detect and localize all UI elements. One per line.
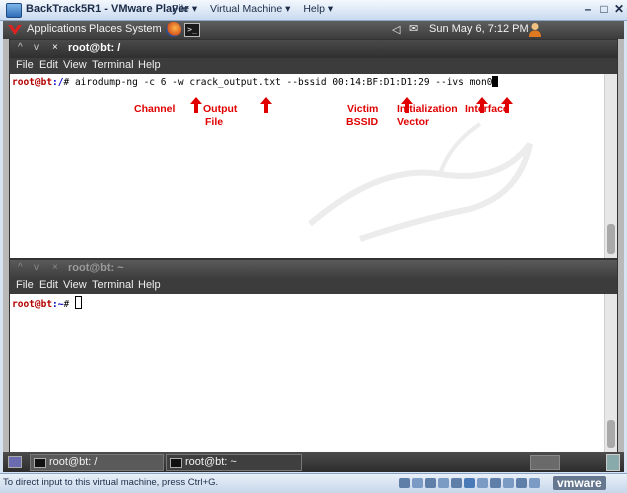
prompt-user: root@bt [12,77,53,88]
menu-terminal[interactable]: Terminal [92,279,134,291]
network-adapter-icon[interactable] [438,478,449,488]
usb-icon[interactable] [451,478,462,488]
terminal-icon [170,458,182,468]
roll-up-icon[interactable]: ^ [18,262,23,273]
places-menu[interactable]: Places [89,23,122,35]
bluetooth-icon[interactable] [464,478,475,488]
message-icon[interactable] [516,478,527,488]
init-vector-label-2: Vector [397,116,430,128]
victim-label-2: BSSID [346,116,379,128]
floppy-icon[interactable] [425,478,436,488]
user-icon[interactable] [528,22,542,37]
display-icon[interactable] [503,478,514,488]
init-vector-label-1: Initialization [397,103,458,115]
menu-edit[interactable]: Edit [39,279,58,291]
terminal-window-root[interactable]: ^ v × root@bt: / File Edit View Terminal… [9,39,618,259]
menu-file[interactable]: File [16,279,34,291]
terminal-title-bar: ^ v × root@bt: / [10,40,617,58]
terminal-output[interactable]: root@bt:/# airodump-ng -c 6 -w crack_out… [10,74,605,258]
cd-drive-icon[interactable] [412,478,423,488]
taskbar-item-root-terminal[interactable]: root@bt: / [30,454,164,471]
chevron-down-icon[interactable]: v [34,42,39,53]
close-icon[interactable]: × [52,262,58,273]
trash-icon[interactable] [606,454,620,471]
gnome-top-panel: Applications Places System >_ ◁ ✉ Sun Ma… [3,21,624,39]
vm-window-title: BackTrack5R1 - VMware Player [26,3,189,15]
vmware-app-icon [6,3,22,18]
backtrack-logo-icon[interactable] [7,23,23,37]
show-desktop-icon[interactable] [8,456,22,468]
taskbar-item-label: root@bt: ~ [185,456,237,468]
terminal-title-bar: ^ v × root@bt: ~ [10,260,617,278]
system-menu[interactable]: System [125,23,162,35]
sound-card-icon[interactable] [477,478,488,488]
roll-up-icon[interactable]: ^ [18,42,23,53]
terminal-title: root@bt: ~ [68,262,124,274]
close-icon[interactable]: × [52,42,58,53]
vm-menu-help[interactable]: Help ▾ [303,3,333,15]
text-cursor [74,296,82,309]
menu-edit[interactable]: Edit [39,59,58,71]
printer-icon[interactable] [490,478,501,488]
menu-file[interactable]: File [16,59,34,71]
menu-view[interactable]: View [63,59,87,71]
terminal-scrollbar[interactable] [604,74,617,258]
workspace-switcher[interactable] [530,455,560,470]
channel-label: Channel [134,103,176,115]
chevron-down-icon[interactable]: v [34,262,39,273]
speaker-icon[interactable]: ◁ [392,23,400,36]
vm-status-bar: To direct input to this virtual machine,… [0,473,627,493]
taskbar-item-label: root@bt: / [49,456,98,468]
applications-menu[interactable]: Applications [27,23,86,35]
prompt-path: :~ [52,299,64,310]
output-file-label-2: File [205,116,224,128]
taskbar-item-home-terminal[interactable]: root@bt: ~ [166,454,302,471]
menu-help[interactable]: Help [138,279,161,291]
scrollbar-thumb[interactable] [607,420,615,448]
minimize-button[interactable]: – [580,2,596,17]
victim-label-1: Victim [347,103,379,115]
menu-view[interactable]: View [63,279,87,291]
command-line: root@bt:~# [12,296,82,310]
firefox-launcher-icon[interactable] [166,22,181,37]
interface-label: Interface [465,103,509,115]
close-button[interactable]: ✕ [611,2,627,17]
mail-icon[interactable]: ✉ [409,22,418,35]
terminal-menu-bar: File Edit View Terminal Help [10,278,617,294]
panel-clock[interactable]: Sun May 6, 7:12 PM [429,23,529,35]
vm-menu-file[interactable]: File ▾ [172,3,197,15]
scrollbar-thumb[interactable] [607,224,615,254]
terminal-title: root@bt: / [68,42,121,54]
shared-folder-icon[interactable] [529,478,540,488]
vm-title-bar: BackTrack5R1 - VMware Player File ▾ Virt… [0,0,627,21]
maximize-button[interactable]: □ [596,2,612,17]
menu-help[interactable]: Help [138,59,161,71]
airodump-command: # airodump-ng -c 6 -w crack_output.txt -… [63,77,493,88]
status-hint: To direct input to this virtual machine,… [3,477,219,488]
terminal-icon [34,458,46,468]
terminal-launcher-icon[interactable]: >_ [184,23,200,37]
terminal-scrollbar[interactable] [604,294,617,452]
prompt-user: root@bt [12,299,53,310]
guest-desktop[interactable]: Applications Places System >_ ◁ ✉ Sun Ma… [3,21,624,472]
vm-menu-virtual-machine[interactable]: Virtual Machine ▾ [210,3,290,15]
hard-disk-icon[interactable] [399,478,410,488]
vmware-logo: vmware [553,476,606,490]
prompt-symbol: # [63,299,75,310]
prompt-path: :/ [52,77,64,88]
vm-menu-bar: File ▾ Virtual Machine ▾ Help ▾ [172,3,343,15]
terminal-output[interactable]: root@bt:~# [10,294,605,452]
gnome-bottom-panel: root@bt: / root@bt: ~ [3,452,624,472]
output-file-label-1: Output [203,103,238,115]
terminal-menu-bar: File Edit View Terminal Help [10,58,617,74]
menu-terminal[interactable]: Terminal [92,59,134,71]
terminal-window-home[interactable]: ^ v × root@bt: ~ File Edit View Terminal… [9,259,618,453]
